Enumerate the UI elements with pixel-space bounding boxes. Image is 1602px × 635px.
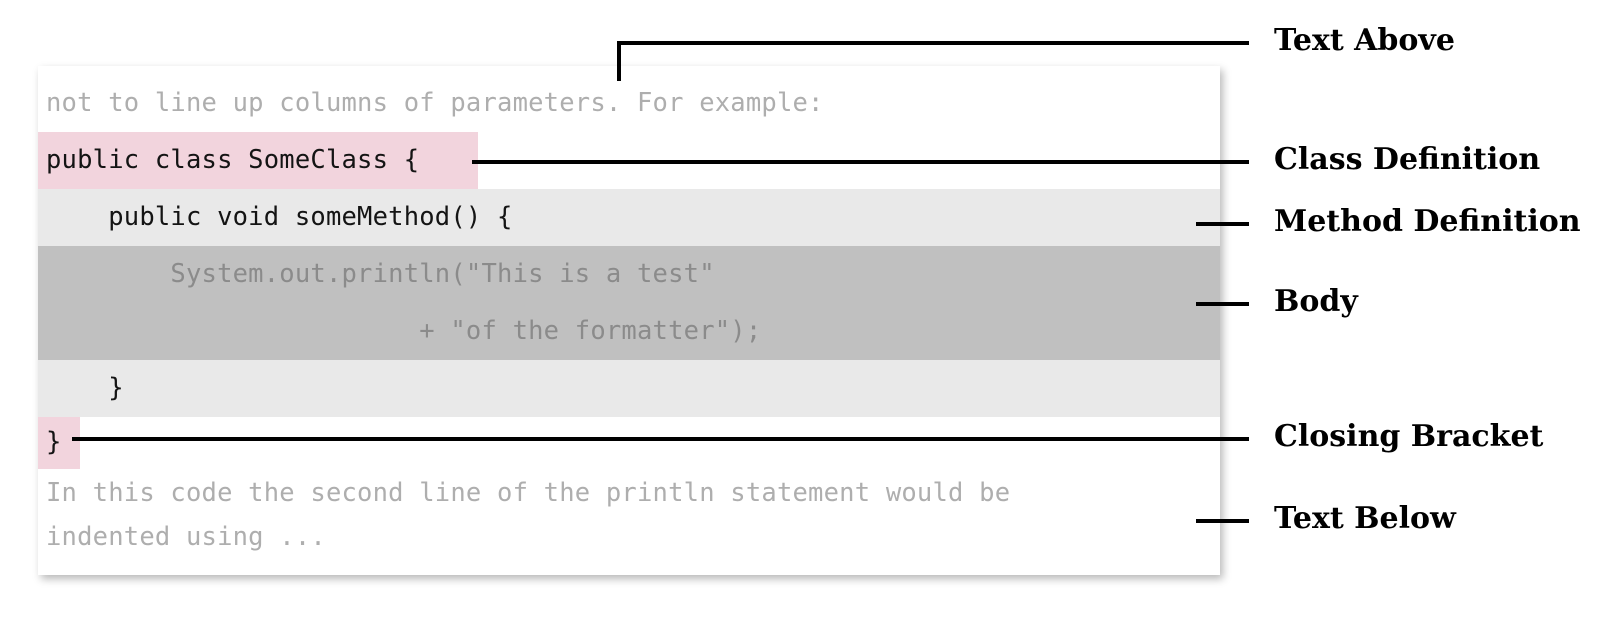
leader-line-body — [1196, 302, 1249, 306]
code-line-method-definition: public void someMethod() { — [38, 189, 1220, 246]
callout-label-class-definition: Class Definition — [1274, 142, 1541, 177]
callout-label-closing-bracket: Closing Bracket — [1274, 419, 1544, 454]
callout-label-text-above: Text Above — [1274, 23, 1455, 58]
code-line-body-1: System.out.println("This is a test" — [38, 246, 1220, 303]
leader-line-text-above-vertical — [617, 43, 621, 81]
code-line-text-below-1: In this code the second line of the prin… — [46, 478, 1011, 509]
code-line-method-closing-brace: } — [38, 360, 1220, 417]
leader-line-text-below — [1196, 519, 1249, 523]
callout-label-body: Body — [1274, 284, 1358, 319]
leader-line-text-above — [617, 41, 1249, 45]
code-line-body-2: + "of the formatter"); — [38, 303, 1220, 360]
code-line-text-below-2: indented using ... — [46, 522, 326, 553]
code-panel: not to line up columns of parameters. Fo… — [38, 66, 1220, 575]
leader-line-closing-bracket — [72, 437, 1249, 441]
callout-label-text-below: Text Below — [1274, 501, 1456, 536]
leader-line-class-definition — [472, 160, 1249, 164]
code-line-text-above: not to line up columns of parameters. Fo… — [46, 88, 824, 119]
leader-line-method-definition — [1196, 222, 1249, 226]
callout-label-method-definition: Method Definition — [1274, 204, 1581, 239]
code-line-closing-bracket: } — [46, 427, 62, 458]
